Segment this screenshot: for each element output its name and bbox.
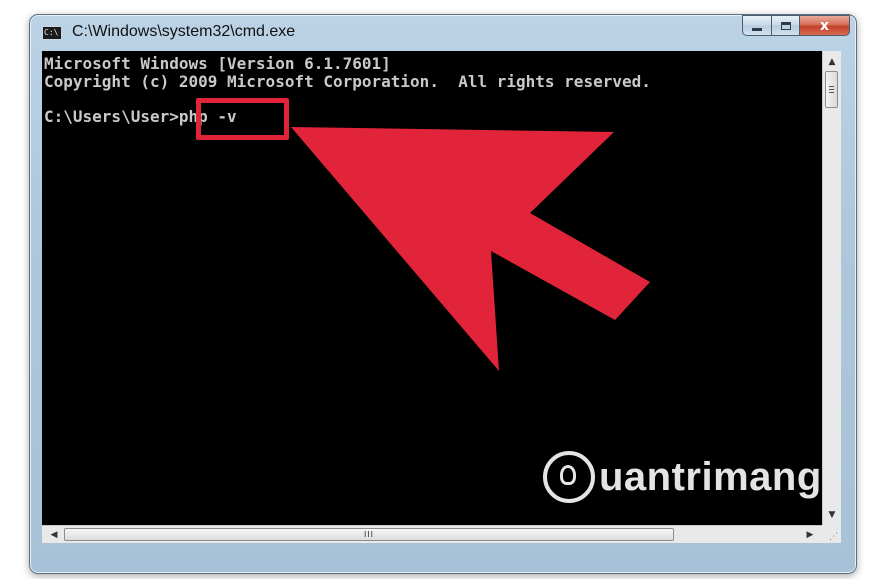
watermark-text: uantrimang: [599, 454, 822, 499]
arrow-shape: [291, 127, 650, 371]
lightbulb-q-icon: [543, 451, 595, 503]
watermark: uantrimang: [543, 447, 822, 507]
